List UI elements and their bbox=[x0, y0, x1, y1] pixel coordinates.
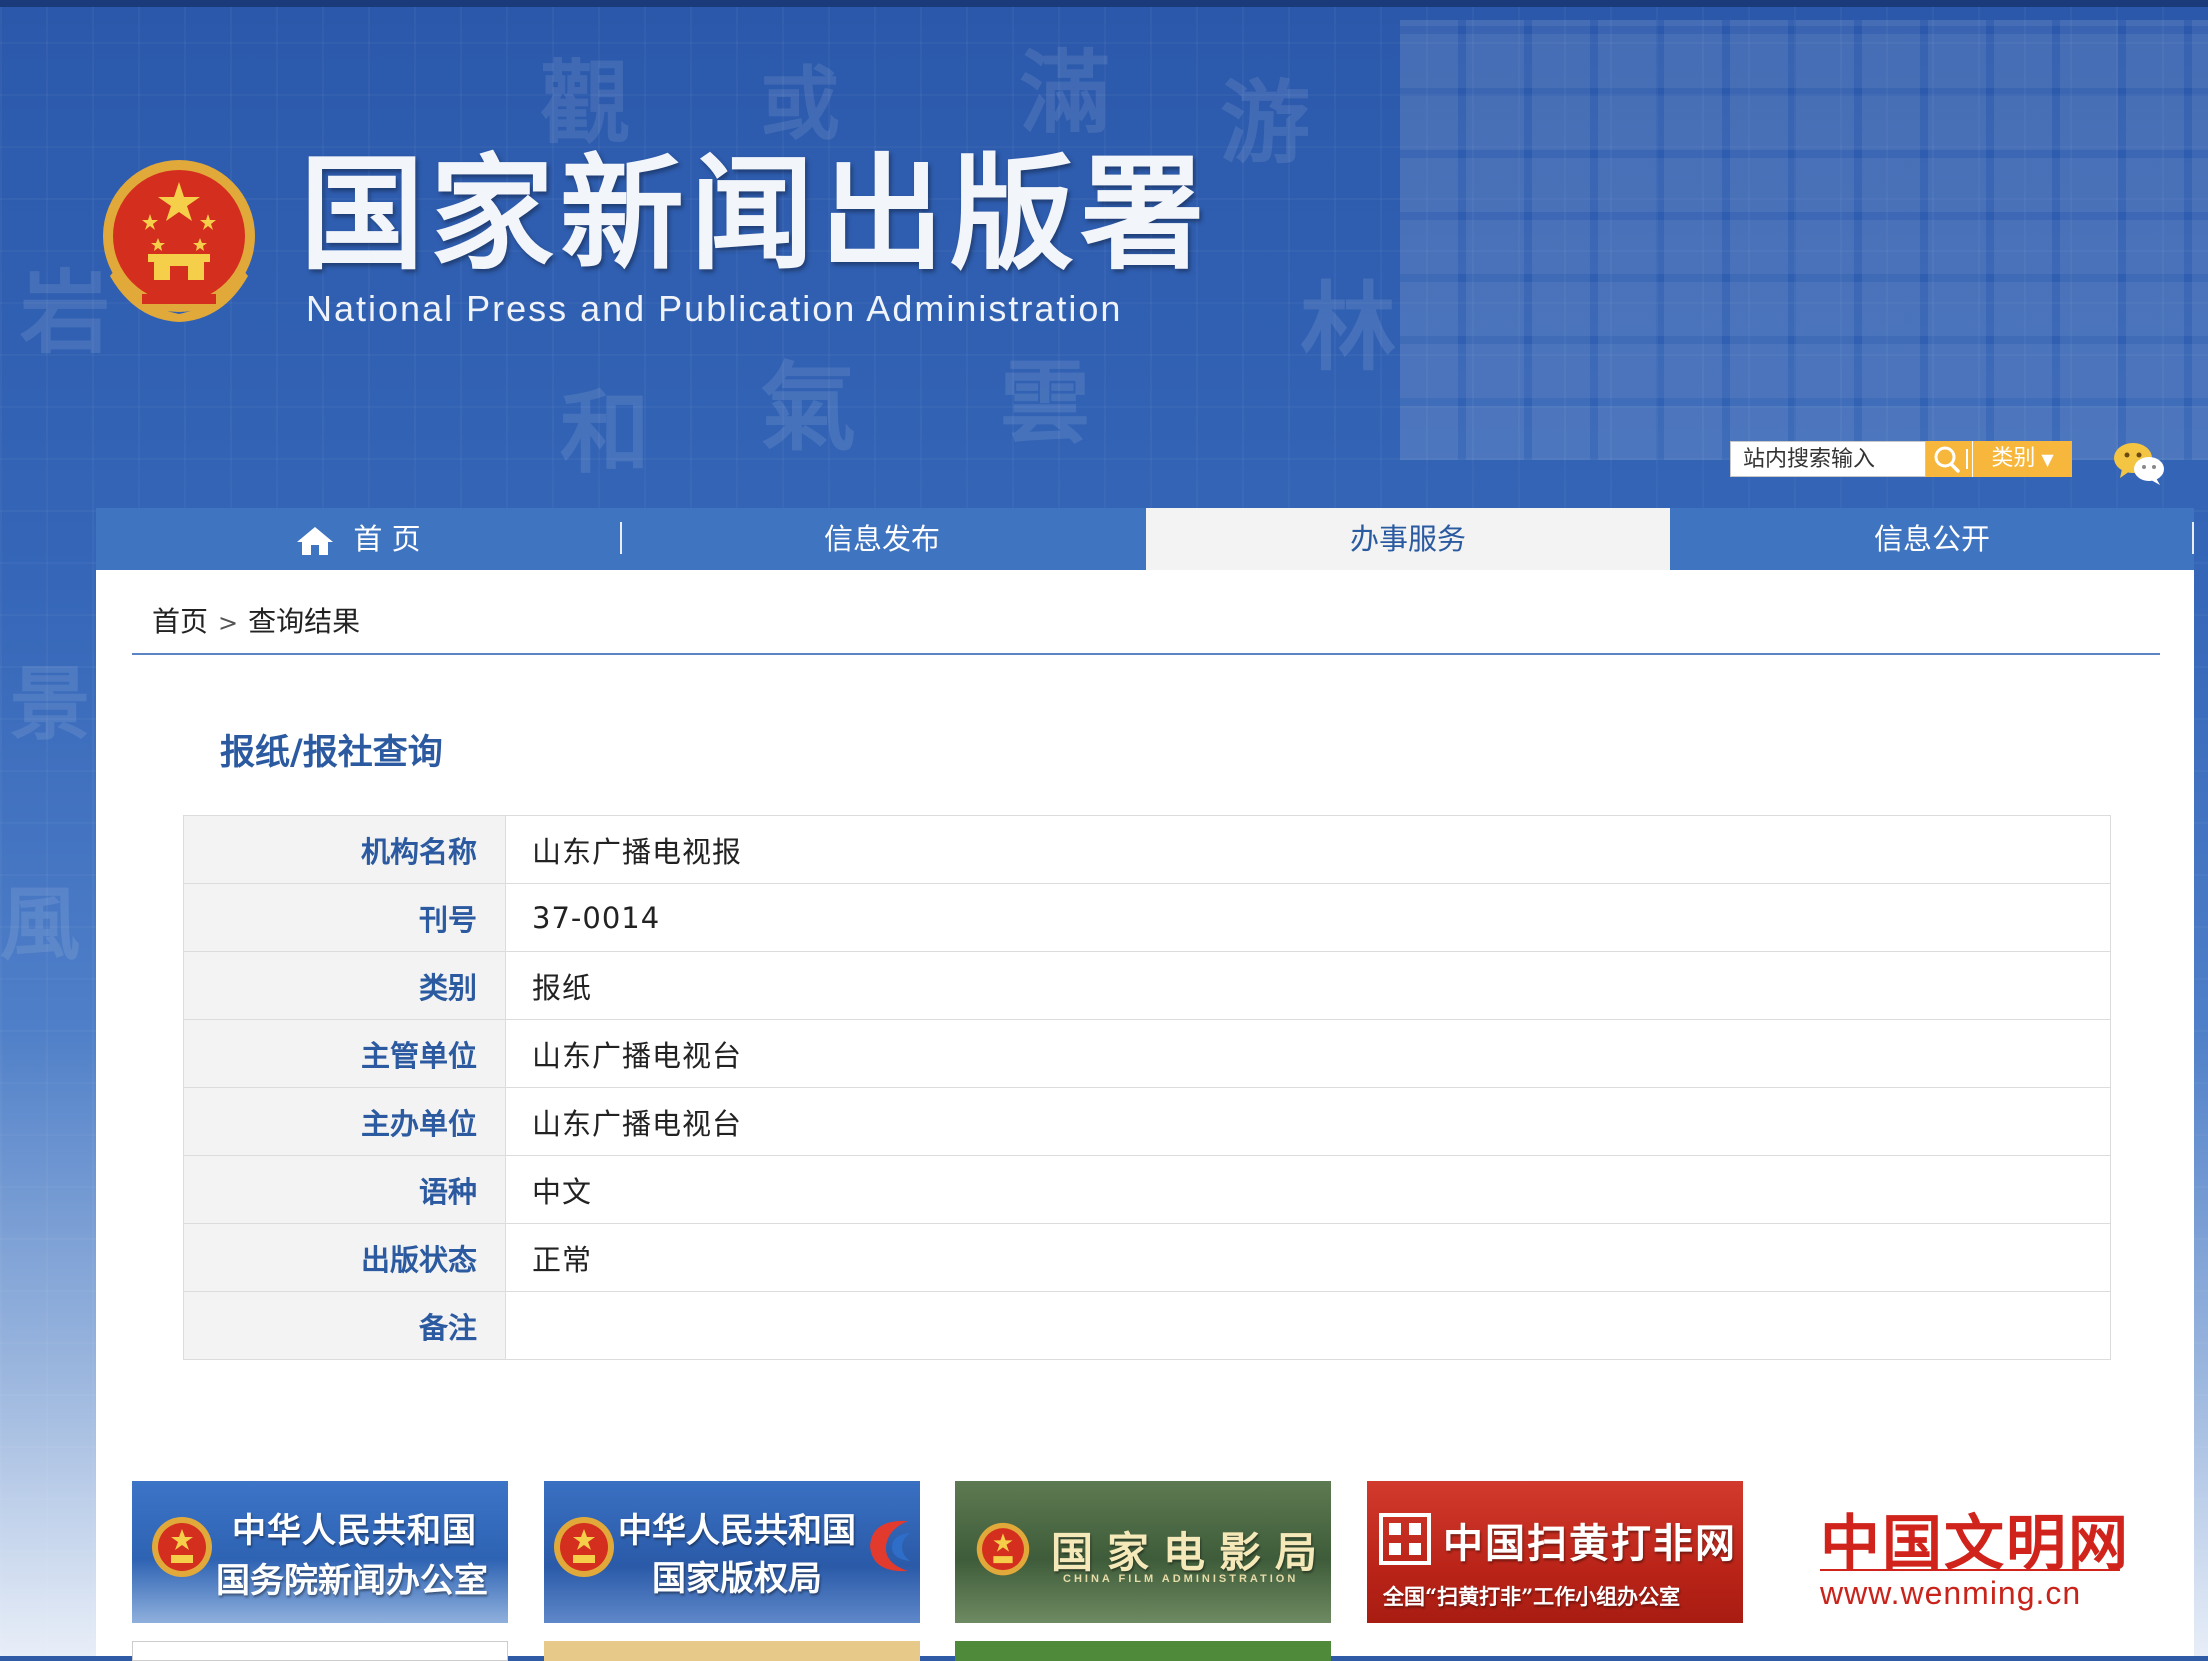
background-calligraphy: 或 bbox=[760, 57, 840, 151]
banner-divider bbox=[1820, 1569, 2120, 1571]
background-calligraphy: 和 bbox=[560, 380, 650, 486]
wechat-icon[interactable] bbox=[2112, 440, 2166, 486]
site-subtitle: National Press and Publication Administr… bbox=[306, 288, 1123, 329]
table-row: 出版状态 正常 bbox=[183, 1223, 2111, 1292]
nav-label: 信息公开 bbox=[1873, 522, 1990, 556]
background-calligraphy: 觀 bbox=[540, 50, 630, 156]
banner-partial[interactable] bbox=[132, 1641, 508, 1661]
field-label: 类别 bbox=[183, 951, 506, 1020]
table-row: 机构名称 山东广播电视报 bbox=[183, 815, 2111, 884]
banner-line1: 中国扫黄打非网 bbox=[1443, 1520, 1737, 1567]
record-table: 机构名称 山东广播电视报 刊号 37-0014 类别 报纸 主管单位 山东广播电… bbox=[183, 815, 2111, 1360]
nav-separator bbox=[2192, 522, 2194, 554]
table-row: 语种 中文 bbox=[183, 1155, 2111, 1224]
nav-item-info-disclosure[interactable]: 信息公开 bbox=[1670, 508, 2194, 570]
field-label: 主管单位 bbox=[183, 1019, 506, 1088]
banner-line1: 中华人民共和国 bbox=[618, 1511, 856, 1551]
field-value: 报纸 bbox=[505, 951, 2111, 1020]
breadcrumb: 首页 > 查询结果 bbox=[152, 600, 360, 640]
breadcrumb-separator: > bbox=[218, 609, 239, 637]
field-label: 备注 bbox=[183, 1291, 506, 1360]
site-search-input[interactable] bbox=[1730, 441, 1926, 477]
nav-item-home[interactable]: 首 页 bbox=[96, 508, 620, 570]
national-emblem-icon[interactable] bbox=[98, 156, 260, 322]
background-calligraphy: 游 bbox=[1220, 70, 1310, 176]
field-value: 中文 bbox=[505, 1155, 2111, 1224]
nav-label: 办事服务 bbox=[1349, 522, 1466, 556]
banner-saohuang-link[interactable]: 中国扫黄打非网 全国“扫黄打非”工作小组办公室 bbox=[1367, 1481, 1743, 1623]
national-emblem-icon bbox=[152, 1517, 212, 1577]
main-content: 首页 > 查询结果 报纸/报社查询 机构名称 山东广播电视报 刊号 37-0014 … bbox=[96, 570, 2194, 1661]
background-calligraphy: 景 bbox=[10, 657, 90, 751]
banner-line2: 国家版权局 bbox=[652, 1559, 822, 1599]
nav-label: 信息发布 bbox=[823, 522, 940, 556]
banner-line2: CHINA FILM ADMINISTRATION bbox=[1063, 1573, 1299, 1585]
banner-scio-link[interactable]: 中华人民共和国 国务院新闻办公室 bbox=[132, 1481, 508, 1623]
banner-copyright-admin-link[interactable]: 中华人民共和国 国家版权局 bbox=[544, 1481, 920, 1623]
nav-item-services[interactable]: 办事服务 bbox=[1146, 508, 1670, 570]
banner-line1: 国家电影局 bbox=[1051, 1528, 1331, 1577]
background-calligraphy: 滿 bbox=[1020, 40, 1110, 146]
nav-item-info-release[interactable]: 信息发布 bbox=[622, 508, 1142, 570]
top-border bbox=[0, 0, 2208, 7]
table-row: 类别 报纸 bbox=[183, 951, 2111, 1020]
site-title: 国家新闻出版署 bbox=[300, 142, 1211, 287]
table-row: 主办单位 山东广播电视台 bbox=[183, 1087, 2111, 1156]
table-row: 备注 bbox=[183, 1291, 2111, 1360]
national-emblem-icon bbox=[976, 1522, 1030, 1576]
table-row: 刊号 37-0014 bbox=[183, 883, 2111, 952]
table-row: 主管单位 山东广播电视台 bbox=[183, 1019, 2111, 1088]
field-label: 主办单位 bbox=[183, 1087, 506, 1156]
category-label: 类别 bbox=[1991, 446, 2036, 471]
search-icon bbox=[1934, 446, 1968, 473]
banner-partial[interactable] bbox=[955, 1641, 1331, 1661]
field-label: 机构名称 bbox=[183, 815, 506, 884]
breadcrumb-divider bbox=[132, 653, 2160, 655]
breadcrumb-current: 查询结果 bbox=[248, 605, 361, 638]
background-calligraphy: 岩 bbox=[20, 260, 110, 366]
banner-partial[interactable] bbox=[544, 1641, 920, 1661]
breadcrumb-home-link[interactable]: 首页 bbox=[152, 605, 208, 638]
banner-line1: 中华人民共和国 bbox=[232, 1511, 477, 1551]
seal-logo-icon bbox=[1379, 1513, 1431, 1565]
banner-film-admin-link[interactable]: 国家电影局 CHINA FILM ADMINISTRATION bbox=[955, 1481, 1331, 1623]
background-calligraphy: 林 bbox=[1300, 271, 1396, 384]
main-nav: 首 页 信息发布 办事服务 信息公开 bbox=[96, 508, 2194, 570]
background-calligraphy: 風 bbox=[0, 877, 80, 971]
background-tile-pattern bbox=[1400, 20, 2208, 460]
field-value bbox=[505, 1291, 2111, 1360]
field-value: 山东广播电视台 bbox=[505, 1019, 2111, 1088]
field-label: 出版状态 bbox=[183, 1223, 506, 1292]
search-category-dropdown[interactable]: 类别 ▼ bbox=[1972, 441, 2072, 477]
nav-label: 首 页 bbox=[353, 522, 421, 556]
home-icon bbox=[297, 527, 334, 555]
field-value: 山东广播电视报 bbox=[505, 815, 2111, 884]
field-value: 正常 bbox=[505, 1223, 2111, 1292]
banner-line2: 全国“扫黄打非”工作小组办公室 bbox=[1383, 1584, 1681, 1609]
field-value: 山东广播电视台 bbox=[505, 1087, 2111, 1156]
copyright-swirl-icon bbox=[870, 1520, 910, 1572]
national-emblem-icon bbox=[554, 1517, 614, 1577]
field-label: 刊号 bbox=[183, 883, 506, 952]
banner-line2: 国务院新闻办公室 bbox=[216, 1561, 488, 1601]
background-calligraphy: 雲 bbox=[1000, 350, 1090, 456]
banner-wenming-link[interactable]: 中国文明网 www.wenming.cn bbox=[1778, 1481, 2154, 1623]
page-title: 报纸/报社查询 bbox=[220, 733, 443, 773]
field-label: 语种 bbox=[183, 1155, 506, 1224]
banner-line2: www.wenming.cn bbox=[1820, 1575, 2082, 1611]
search-button[interactable] bbox=[1926, 441, 1972, 477]
chevron-down-icon: ▼ bbox=[2041, 450, 2054, 469]
background-calligraphy: 氣 bbox=[760, 351, 856, 464]
field-value: 37-0014 bbox=[505, 883, 2111, 952]
